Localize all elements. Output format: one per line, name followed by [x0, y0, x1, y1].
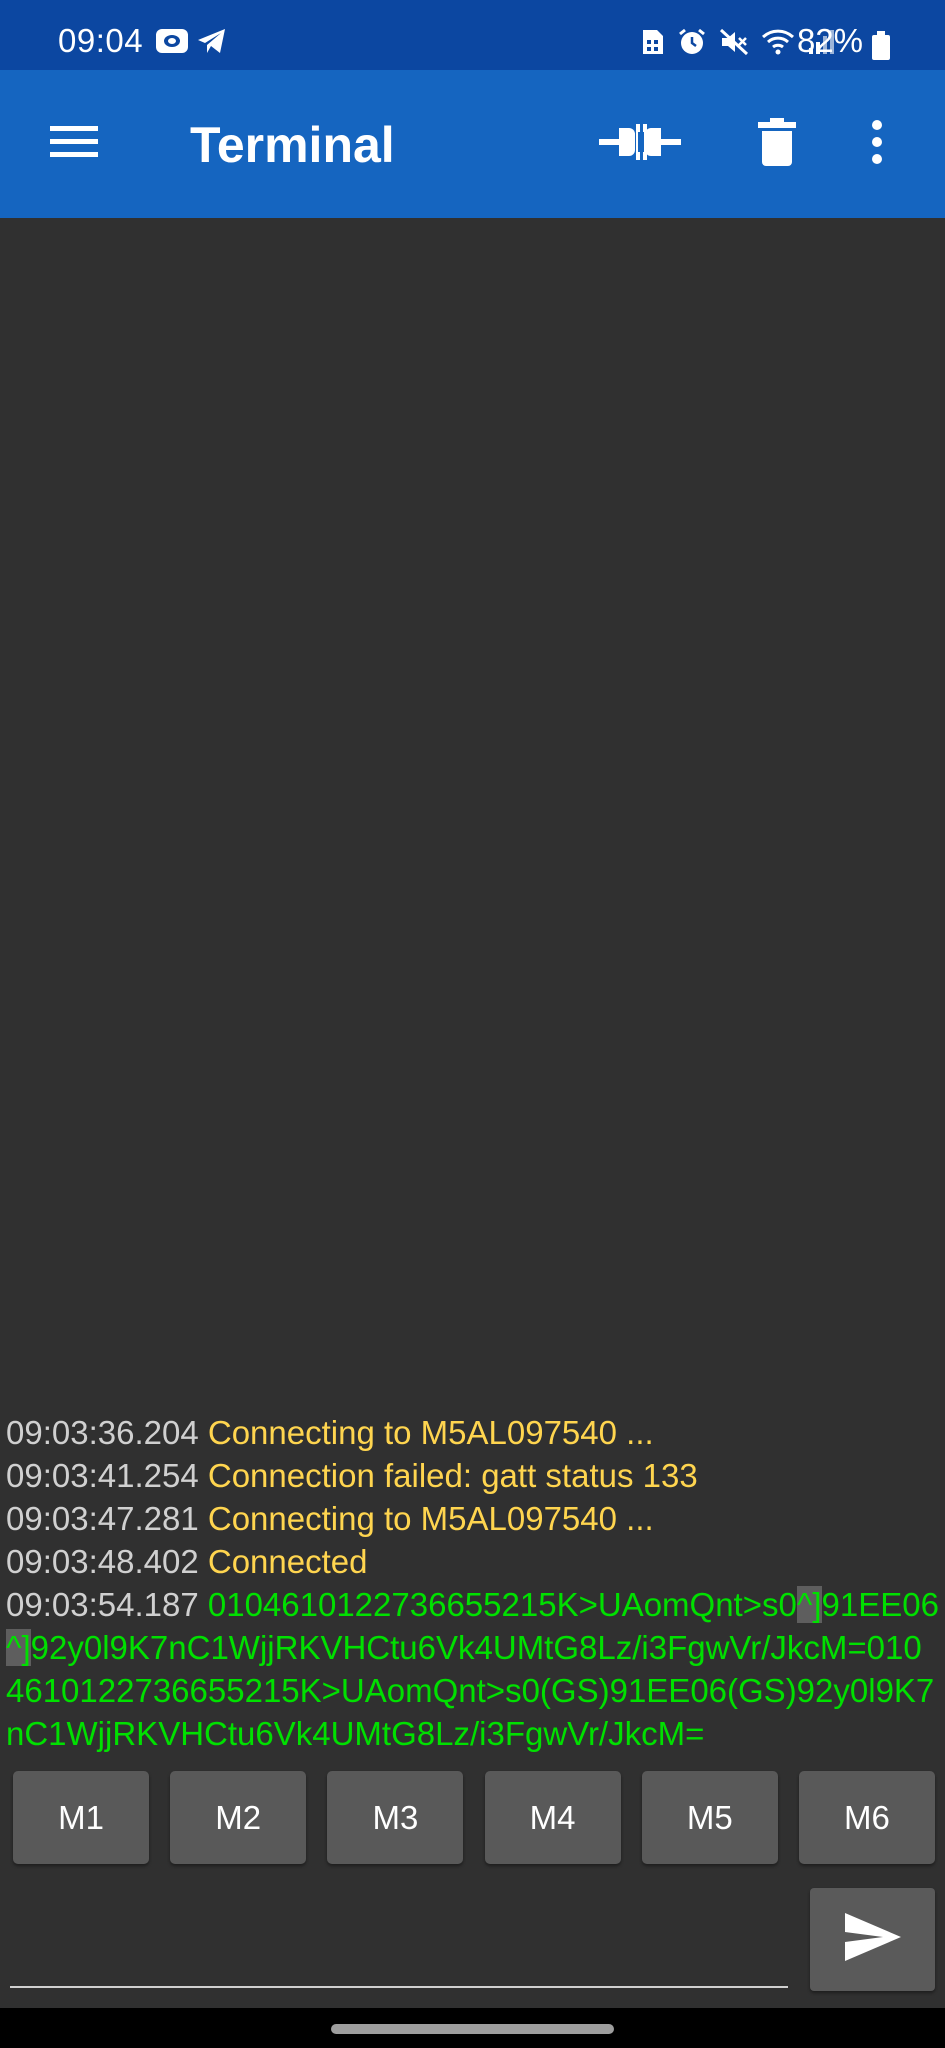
macro-button-m3[interactable]: M3 [327, 1771, 464, 1864]
outlook-icon [155, 28, 189, 59]
status-bar: 09:04 82% [0, 0, 945, 70]
control-char: ^] [6, 1629, 31, 1666]
menu-button[interactable] [44, 114, 104, 174]
system-navigation-bar [0, 2008, 945, 2048]
app-bar: Terminal [0, 70, 945, 218]
log-line: 09:03:36.204 Connecting to M5AL097540 ..… [6, 1411, 939, 1454]
log-line: 09:03:54.187 0104610122736655215K>UAomQn… [6, 1583, 939, 1755]
hamburger-menu-icon [48, 122, 100, 167]
home-gesture-handle[interactable] [331, 2024, 614, 2034]
macro-button-m4[interactable]: M4 [484, 1771, 621, 1864]
sim-icon [641, 28, 665, 61]
alarm-icon [677, 28, 707, 61]
log-message: Connection failed: gatt status 133 [207, 1457, 698, 1494]
send-text-input[interactable] [10, 1890, 788, 1988]
log-message: Connected [207, 1543, 368, 1580]
log-line: 09:03:47.281 Connecting to M5AL097540 ..… [6, 1497, 939, 1540]
battery-icon [871, 31, 891, 66]
more-options-button[interactable] [857, 112, 897, 176]
status-time: 09:04 [58, 22, 144, 59]
page-title: Terminal [190, 117, 395, 173]
macro-button-m5[interactable]: M5 [641, 1771, 778, 1864]
control-char: ^] [796, 1586, 822, 1623]
delete-button[interactable] [745, 112, 809, 176]
trash-icon [757, 117, 797, 172]
mute-icon [719, 28, 749, 61]
send-icon [843, 1911, 903, 1968]
log-timestamp: 09:03:47.281 [6, 1500, 199, 1537]
battery-percent: 82% [796, 22, 863, 59]
terminal-output[interactable]: 09:03:36.204 Connecting to M5AL097540 ..… [0, 218, 945, 1758]
send-row [0, 1880, 945, 2008]
log-line: 09:03:41.254 Connection failed: gatt sta… [6, 1454, 939, 1497]
log-message: Connecting to M5AL097540 ... [207, 1414, 654, 1451]
log-line: 09:03:48.402 Connected [6, 1540, 939, 1583]
send-button[interactable] [810, 1888, 935, 1991]
macro-button-m2[interactable]: M2 [170, 1771, 307, 1864]
log-timestamp: 09:03:48.402 [6, 1543, 199, 1580]
telegram-icon [197, 28, 227, 59]
log-message: Connecting to M5AL097540 ... [207, 1500, 654, 1537]
macro-button-m6[interactable]: M6 [798, 1771, 935, 1864]
more-vert-icon [870, 119, 884, 170]
wifi-icon [761, 28, 795, 61]
log-timestamp: 09:03:36.204 [6, 1414, 199, 1451]
connect-button[interactable] [595, 112, 685, 176]
log-timestamp: 09:03:54.187 [6, 1586, 199, 1623]
macro-button-row: M1 M2 M3 M4 M5 M6 [13, 1771, 935, 1864]
terminal-log: 09:03:36.204 Connecting to M5AL097540 ..… [6, 1411, 939, 1755]
macro-button-m1[interactable]: M1 [13, 1771, 149, 1864]
plug-connect-icon [597, 118, 683, 171]
log-timestamp: 09:03:41.254 [6, 1457, 199, 1494]
